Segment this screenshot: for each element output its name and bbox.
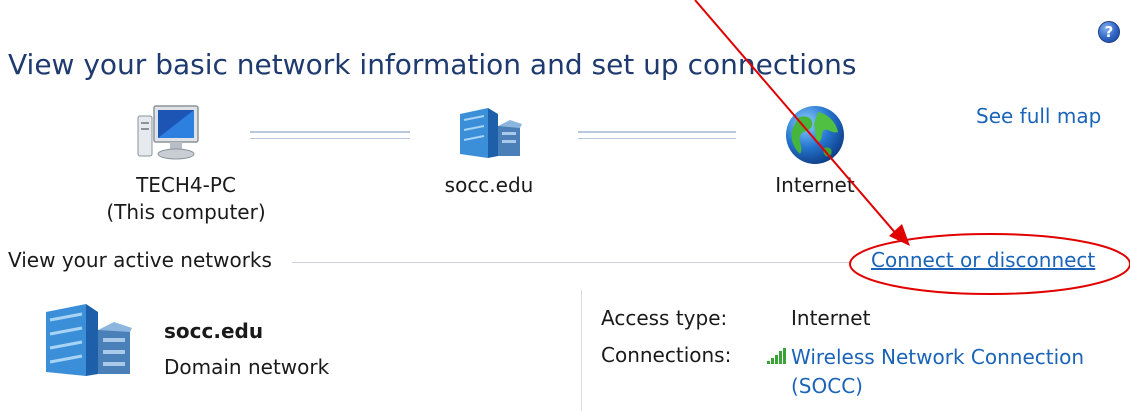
active-network-name: socc.edu bbox=[164, 319, 264, 343]
computer-sublabel: (This computer) bbox=[106, 200, 266, 224]
see-full-map-link[interactable]: See full map bbox=[976, 104, 1101, 128]
section-divider bbox=[292, 262, 852, 263]
help-icon[interactable]: ? bbox=[1098, 21, 1120, 43]
page-title: View your basic network information and … bbox=[8, 48, 857, 81]
map-connection-line bbox=[578, 131, 736, 133]
wireless-connection-link[interactable]: Wireless Network Connection (SOCC) bbox=[791, 343, 1111, 401]
access-type-value: Internet bbox=[791, 306, 871, 330]
computer-icon bbox=[137, 105, 199, 160]
wireless-signal-icon bbox=[767, 348, 786, 364]
network-building-icon bbox=[460, 108, 522, 158]
access-type-label: Access type: bbox=[601, 306, 728, 330]
map-connection-line bbox=[250, 131, 410, 133]
map-connection-line bbox=[578, 138, 736, 139]
network-and-sharing-center: ? View your basic network information an… bbox=[0, 0, 1130, 411]
active-network-type: Domain network bbox=[164, 355, 330, 379]
map-connection-line bbox=[250, 138, 410, 139]
active-networks-header: View your active networks bbox=[8, 248, 272, 272]
globe-icon bbox=[786, 106, 844, 164]
connections-label: Connections: bbox=[601, 343, 732, 367]
network-building-icon bbox=[46, 304, 132, 376]
connect-or-disconnect-link[interactable]: Connect or disconnect bbox=[871, 248, 1095, 272]
computer-name: TECH4-PC bbox=[136, 173, 236, 197]
annotation-arrow-head bbox=[889, 224, 910, 246]
internet-label: Internet bbox=[775, 173, 855, 197]
network-name: socc.edu bbox=[444, 173, 534, 197]
panel-divider bbox=[581, 290, 582, 411]
